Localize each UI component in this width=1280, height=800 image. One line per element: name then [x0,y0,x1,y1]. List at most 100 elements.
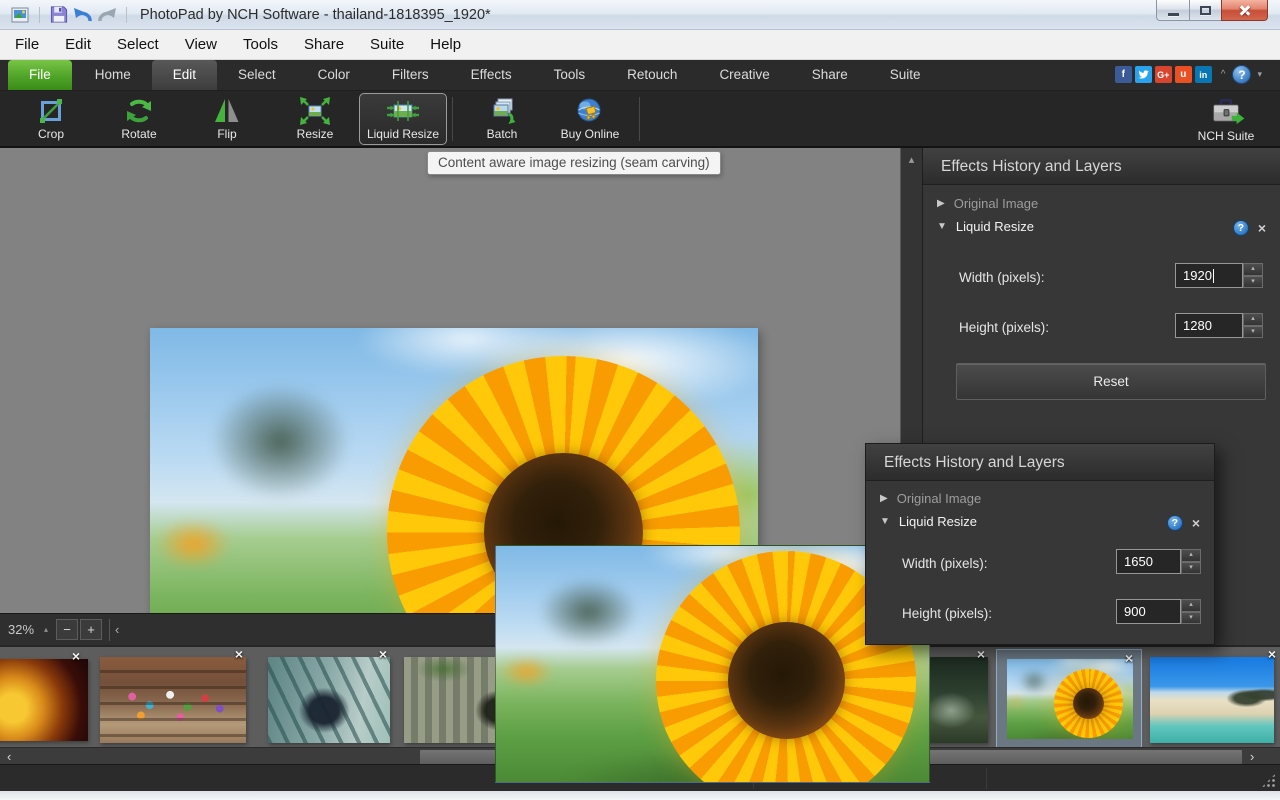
scroll-up-arrow[interactable]: ▴ [901,148,922,166]
effect-help-icon[interactable]: ? [1167,515,1183,531]
expander-closed-icon[interactable]: ▶ [880,493,888,504]
linkedin-icon[interactable]: in [1195,66,1212,83]
close-thumbnail-icon[interactable]: × [72,650,80,662]
menu-share[interactable]: Share [291,30,357,60]
menu-file[interactable]: File [2,30,52,60]
tab-retouch[interactable]: Retouch [606,60,698,90]
collapse-ribbon-caret[interactable]: ^ [1221,69,1226,80]
thumb-scroll-left-arrow[interactable]: ‹ [7,748,11,765]
batch-button[interactable]: Batch [458,93,546,145]
crop-icon [36,96,66,126]
menu-view[interactable]: View [172,30,230,60]
menu-suite[interactable]: Suite [357,30,417,60]
flip-button[interactable]: Flip [183,93,271,145]
effect-help-icon[interactable]: ? [1233,220,1249,236]
tab-suite[interactable]: Suite [869,60,942,90]
thumbnail-motorbike-bridge[interactable]: × [268,657,390,743]
thumbnail-beach-boats[interactable]: × [1150,657,1274,743]
close-icon [1238,3,1252,17]
editing-canvas[interactable] [0,148,900,613]
stepper-up-icon[interactable]: ▴ [1243,313,1263,326]
close-button[interactable] [1221,0,1268,21]
tab-filters[interactable]: Filters [371,60,450,90]
minimize-icon [1168,13,1179,16]
menu-select[interactable]: Select [104,30,172,60]
expander-closed-icon[interactable]: ▶ [937,198,945,209]
remove-effect-icon[interactable]: × [1258,221,1266,235]
height-input[interactable]: 900 [1116,599,1181,624]
liquid-resize-button[interactable]: Liquid Resize [359,93,447,145]
resize-grip[interactable] [1261,773,1276,788]
googleplus-icon[interactable]: G+ [1155,66,1172,83]
nch-suite-button[interactable]: NCH Suite [1182,94,1270,146]
tab-select[interactable]: Select [217,60,297,90]
stepper-down-icon[interactable]: ▾ [1181,612,1201,625]
close-thumbnail-icon[interactable]: × [1125,652,1133,664]
twitter-icon[interactable] [1135,66,1152,83]
liquid-resize-row[interactable]: ▼ Liquid Resize [880,514,977,529]
canvas-scroll-left-arrow[interactable]: ‹ [115,622,119,637]
tab-color[interactable]: Color [297,60,371,90]
save-icon[interactable] [47,3,71,27]
tab-share[interactable]: Share [791,60,869,90]
thumb-scroll-right-arrow[interactable]: › [1250,748,1254,765]
close-thumbnail-icon[interactable]: × [1268,648,1276,660]
tab-file[interactable]: File [8,60,72,90]
effects-history-panel-floating[interactable]: Effects History and Layers ▶ Original Im… [865,443,1215,645]
help-icon[interactable]: ? [1232,65,1251,84]
liquid-resize-label: Liquid Resize [899,514,977,529]
menu-edit[interactable]: Edit [52,30,104,60]
original-image-row[interactable]: ▶ Original Image [937,196,1038,211]
help-menu-caret[interactable]: ▾ [1257,69,1262,80]
maximize-button[interactable] [1190,0,1221,21]
expander-open-icon[interactable]: ▼ [937,221,947,232]
liquid-resize-label: Liquid Resize [367,127,439,141]
social-links: f G+ u in ^ ? ▾ [1112,65,1262,84]
reset-button[interactable]: Reset [956,363,1266,400]
height-value: 900 [1124,604,1146,619]
menu-tools[interactable]: Tools [230,30,291,60]
minimize-button[interactable] [1156,0,1190,21]
remove-effect-icon[interactable]: × [1192,516,1200,530]
thumbnail-golden-straw[interactable]: × [0,659,88,741]
stepper-up-icon[interactable]: ▴ [1181,599,1201,612]
stumbleupon-icon[interactable]: u [1175,66,1192,83]
liquid-resize-row[interactable]: ▼ Liquid Resize [937,219,1034,234]
stepper-up-icon[interactable]: ▴ [1243,263,1263,276]
tab-home[interactable]: Home [74,60,152,90]
zoom-dropdown-caret[interactable]: ▴ [44,625,48,634]
tab-tools[interactable]: Tools [533,60,607,90]
zoom-level[interactable]: 32% [8,622,34,637]
thumbnail-sunflower-selected[interactable]: × [996,649,1142,749]
stepper-down-icon[interactable]: ▾ [1243,276,1263,289]
thumbnail-shoes-on-steps[interactable]: × [100,657,246,743]
stepper-up-icon[interactable]: ▴ [1181,549,1201,562]
undo-icon[interactable] [71,3,95,27]
tooltip: Content aware image resizing (seam carvi… [427,151,721,175]
zoom-out-button[interactable]: − [56,619,78,640]
tab-creative[interactable]: Creative [698,60,790,90]
close-thumbnail-icon[interactable]: × [379,648,387,660]
width-input[interactable]: 1920 [1175,263,1243,288]
zoom-in-button[interactable]: + [80,619,102,640]
stepper-down-icon[interactable]: ▾ [1243,326,1263,339]
crop-button[interactable]: Crop [7,93,95,145]
rotate-button[interactable]: Rotate [95,93,183,145]
stepper-down-icon[interactable]: ▾ [1181,562,1201,575]
facebook-icon[interactable]: f [1115,66,1132,83]
height-input[interactable]: 1280 [1175,313,1243,338]
buy-online-label: Buy Online [561,127,620,141]
close-thumbnail-icon[interactable]: × [977,648,985,660]
close-thumbnail-icon[interactable]: × [235,648,243,660]
app-icon[interactable] [8,3,32,27]
tab-edit[interactable]: Edit [152,60,217,90]
original-image-row[interactable]: ▶ Original Image [880,491,981,506]
tab-effects[interactable]: Effects [450,60,533,90]
resize-button[interactable]: Resize [271,93,359,145]
window-bottom-border [0,791,1280,800]
menu-help[interactable]: Help [417,30,474,60]
redo-icon[interactable] [95,3,119,27]
width-input[interactable]: 1650 [1116,549,1181,574]
expander-open-icon[interactable]: ▼ [880,516,890,527]
buy-online-button[interactable]: Buy Online [546,93,634,145]
